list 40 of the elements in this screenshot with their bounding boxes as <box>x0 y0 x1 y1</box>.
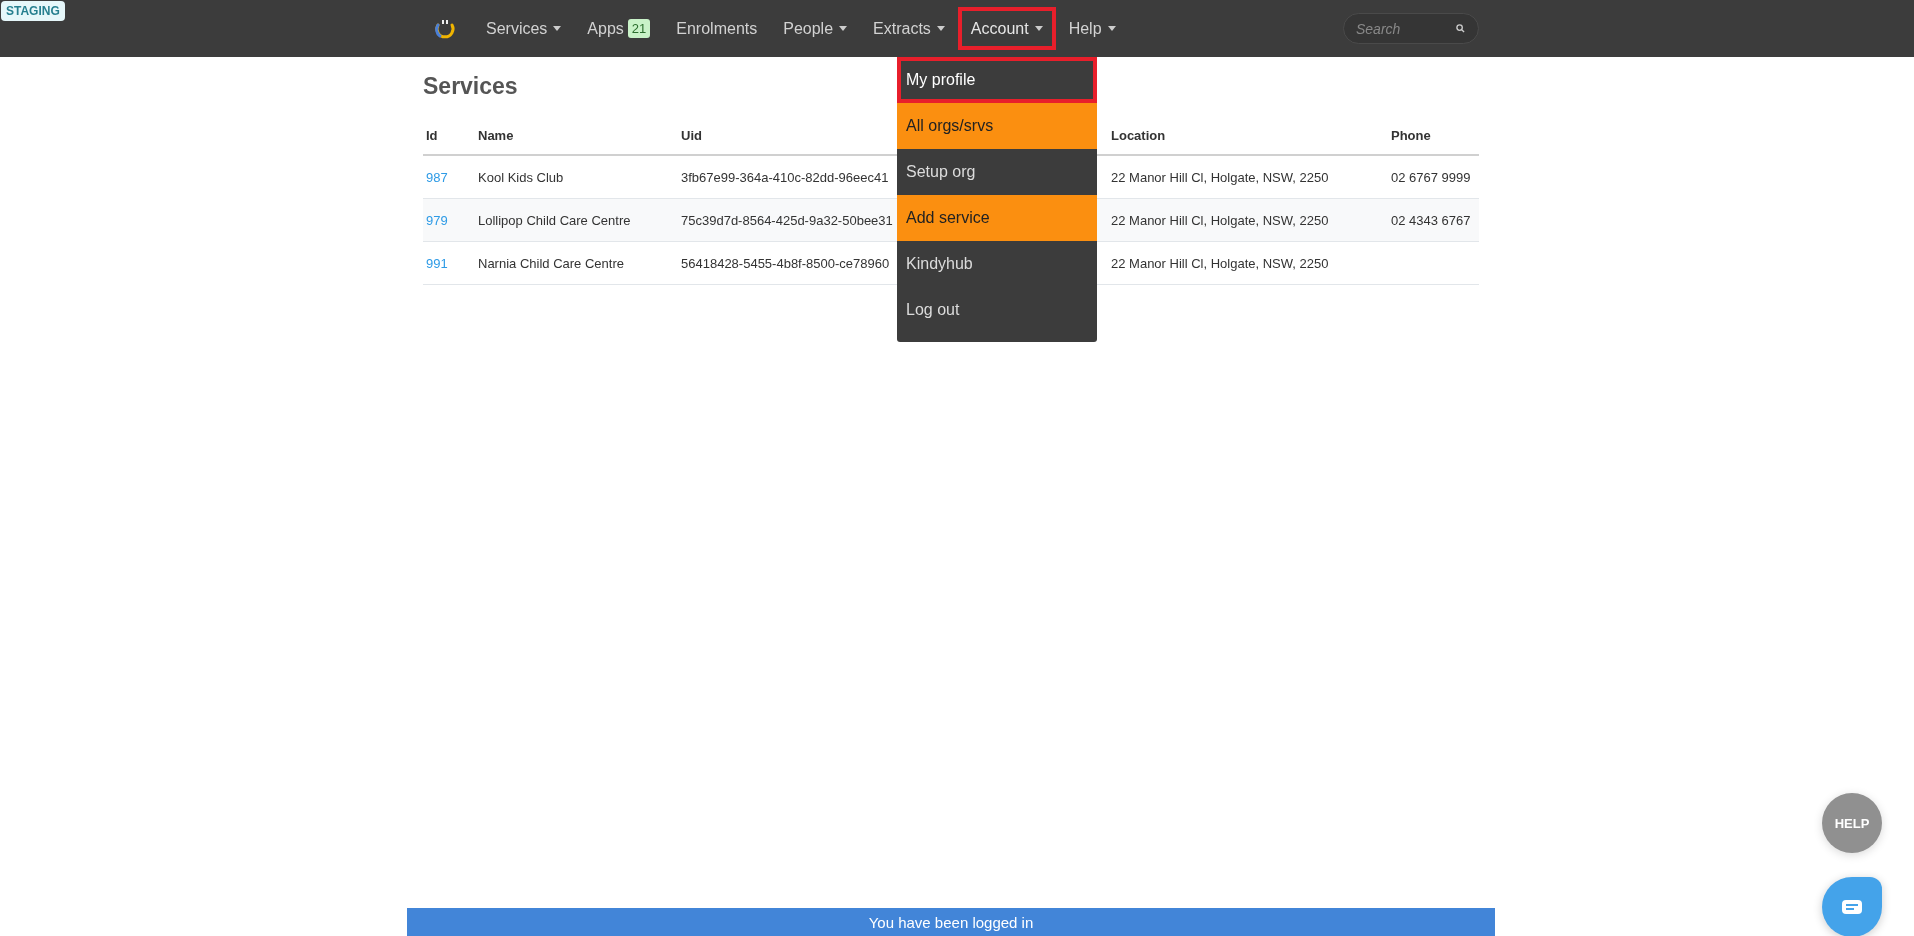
caret-icon <box>936 26 945 31</box>
table-cell: 22 Manor Hill Cl, Holgate, NSW, 2250 <box>1111 212 1329 228</box>
page-title: Services <box>423 73 518 100</box>
staging-badge: STAGING <box>1 1 65 21</box>
nav-link[interactable]: Apps 21 <box>574 7 664 50</box>
nav-link[interactable]: Extracts <box>860 7 958 50</box>
menu-item[interactable]: All orgs/srvs <box>897 103 1097 149</box>
caret-icon <box>839 26 848 31</box>
menu-item[interactable]: Add service <box>897 195 1097 241</box>
nav-link[interactable]: Help <box>1055 7 1129 50</box>
nav-link[interactable]: People <box>770 7 861 50</box>
notification-text: You have been logged in <box>868 914 1034 931</box>
nav-link[interactable]: Services <box>473 7 575 50</box>
table-cell: 22 Manor Hill Cl, Holgate, NSW, 2250 <box>1111 255 1329 271</box>
table-cell: 75c39d7d-8564-425d-9a32-50bee31 <box>681 212 893 228</box>
table-cell: Kool Kids Club <box>478 169 564 185</box>
table-cell: 56418428-5455-4b8f-8500-ce78960 <box>681 255 890 271</box>
caret-icon <box>553 26 562 31</box>
table-cell: Narnia Child Care Centre <box>478 255 624 271</box>
caret-icon <box>1034 26 1043 31</box>
column-header: Id <box>423 118 475 155</box>
chat-icon <box>1842 900 1862 914</box>
count-badge: 21 <box>627 19 651 38</box>
nav-link[interactable]: Account <box>957 7 1056 50</box>
caret-icon <box>1107 26 1116 31</box>
table-cell: 02 6767 9999 <box>1391 169 1471 185</box>
column-header: Location <box>1108 118 1388 155</box>
menu-item[interactable]: My profile <box>897 57 1097 103</box>
table-cell: 22 Manor Hill Cl, Holgate, NSW, 2250 <box>1111 169 1329 185</box>
menu-item[interactable]: Log out <box>897 287 1097 333</box>
menu-item[interactable]: Kindyhub <box>897 241 1097 287</box>
column-header: Phone <box>1388 118 1479 155</box>
table-cell: Lollipop Child Care Centre <box>478 212 631 228</box>
table-cell: 3fb67e99-364a-410c-82dd-96eec41 <box>681 169 889 185</box>
nav-link[interactable]: Enrolments <box>663 7 771 50</box>
table-cell: 02 4343 6767 <box>1391 212 1471 228</box>
column-header: Name <box>475 118 678 155</box>
search-field[interactable]: Search <box>1343 13 1479 44</box>
search-icon <box>1456 24 1465 33</box>
chat-button[interactable] <box>1822 877 1882 936</box>
